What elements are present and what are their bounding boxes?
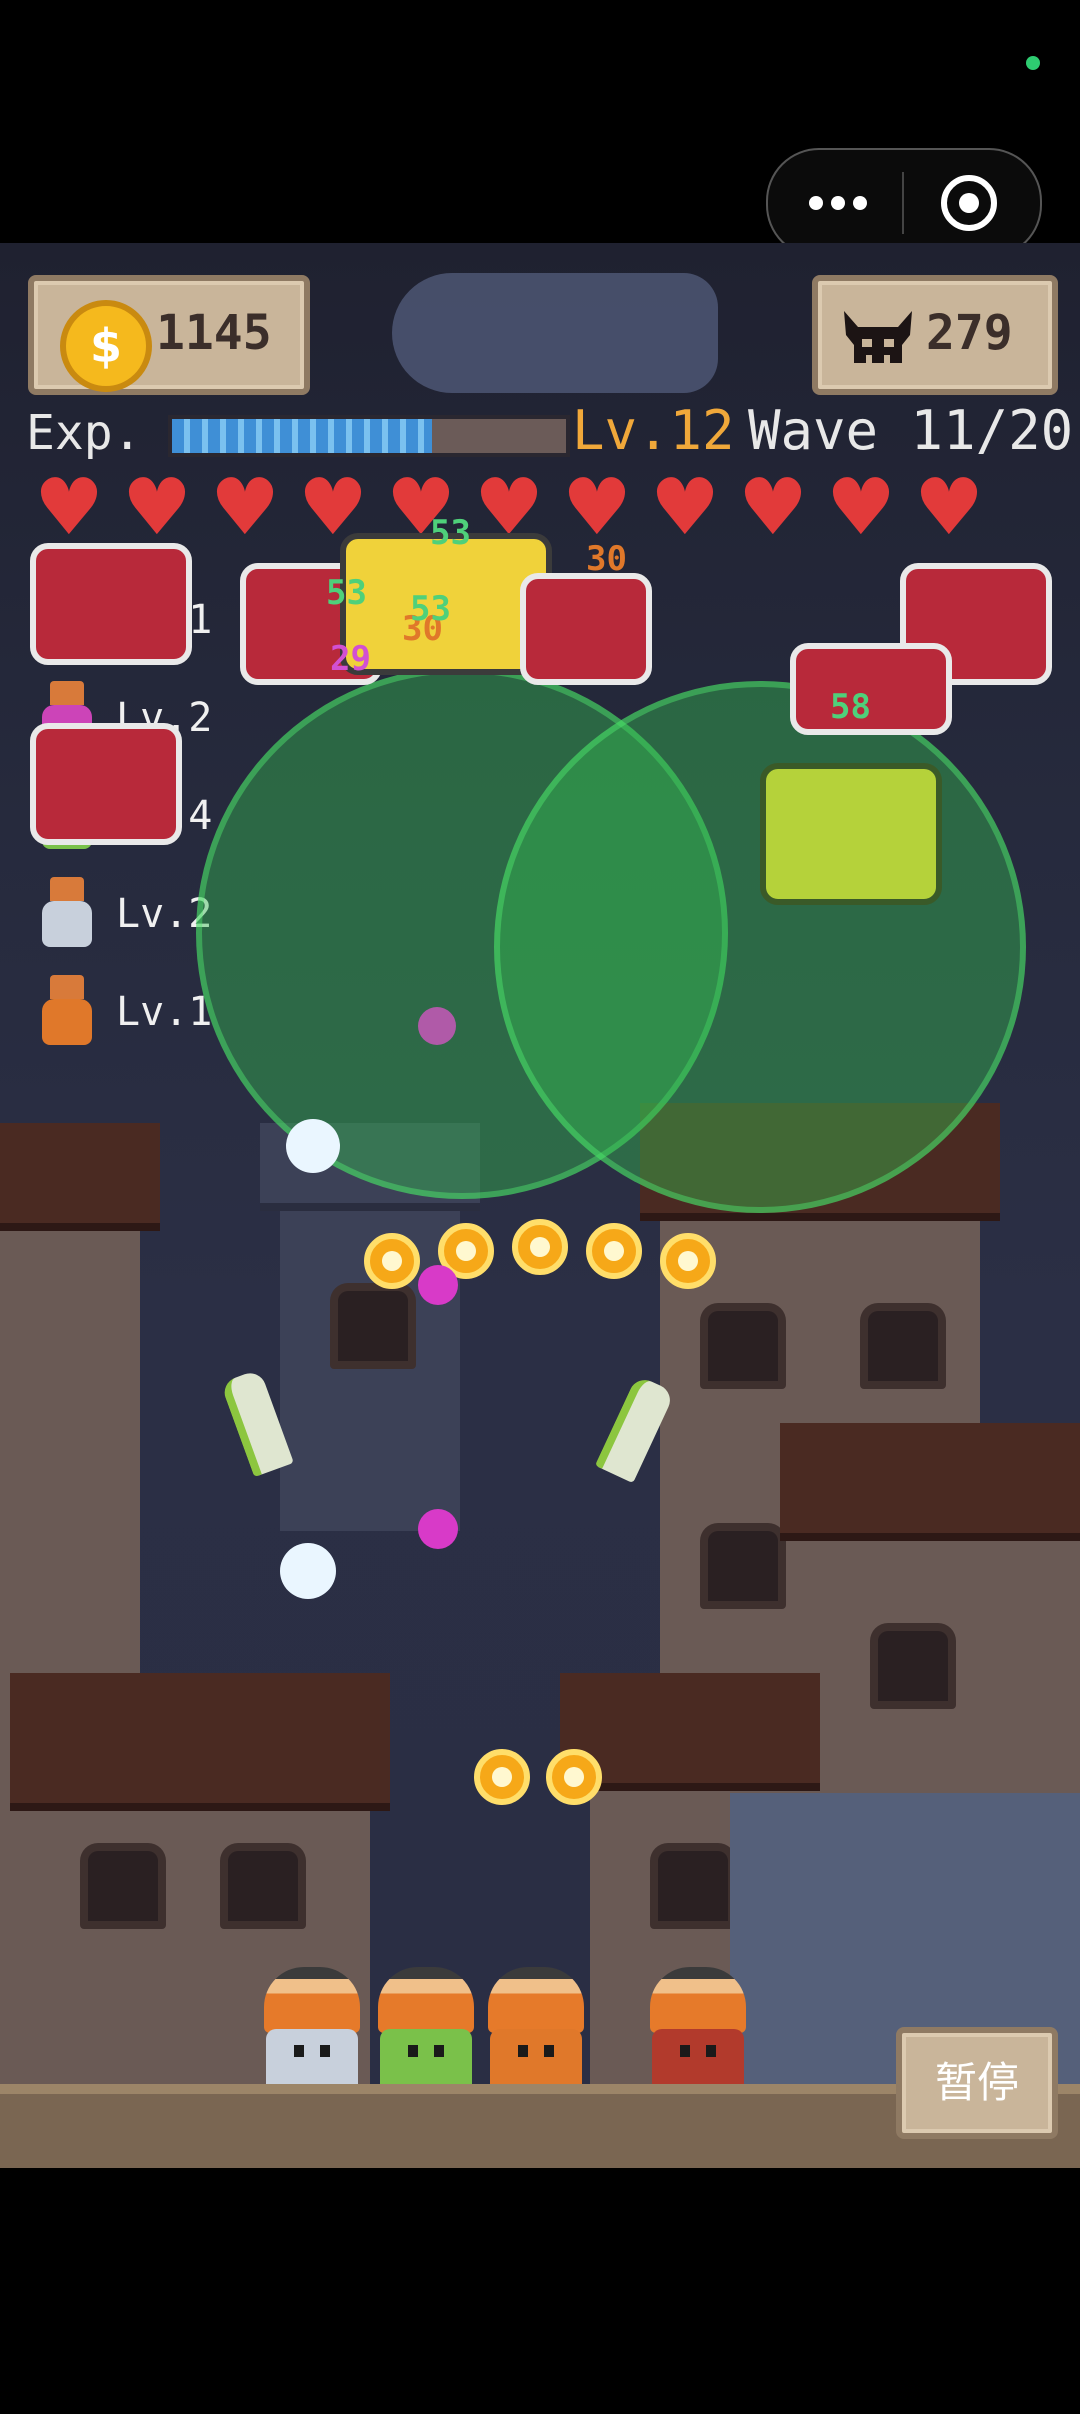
damage-number: 29 (330, 639, 371, 679)
game-canvas[interactable]: $ 1145 279 Exp. Lv.12 Wave 11/20 ♥ ♥ ♥ ♥ ♥ ♥ ♥… (0, 243, 1080, 2168)
team-member-level: Lv.1 (116, 989, 213, 1035)
fire-bullet (364, 1233, 420, 1289)
coin-panel: $ 1145 (28, 275, 310, 395)
enemy-robot (30, 543, 192, 665)
damage-number: 30 (586, 539, 627, 579)
wave-label: Wave 11/20 (748, 399, 1074, 462)
heart-icon: ♥ (914, 463, 984, 553)
enemy-robot (30, 723, 182, 845)
enemy-green-robot (760, 763, 942, 905)
fire-bullet (512, 1219, 568, 1275)
damage-number: 53 (410, 589, 451, 629)
magic-orb (418, 1007, 456, 1045)
level-label: Lv.12 (572, 399, 735, 462)
team-member: Lv.2 (38, 877, 212, 951)
team-member-avatar (38, 877, 96, 951)
demon-skull-icon (844, 311, 912, 363)
heart-icon: ♥ (650, 463, 720, 553)
snow-orb (280, 1543, 336, 1599)
target-close-icon[interactable] (938, 172, 1000, 234)
enemy-count-panel: 279 (812, 275, 1058, 395)
coin-count: 1145 (156, 305, 272, 361)
capsule-divider (902, 172, 904, 234)
heart-icon: ♥ (562, 463, 632, 553)
damage-number: 53 (430, 513, 471, 553)
fire-bullet (546, 1749, 602, 1805)
magic-orb (418, 1509, 458, 1549)
exp-bar (168, 415, 570, 457)
heart-icon: ♥ (210, 463, 280, 553)
more-dots-icon[interactable] (798, 180, 878, 226)
heart-icon: ♥ (122, 463, 192, 553)
fire-bullet (586, 1223, 642, 1279)
team-member-avatar (38, 975, 96, 1049)
magic-orb (418, 1265, 458, 1305)
heart-icon: ♥ (34, 463, 104, 553)
miniprogram-capsule (766, 148, 1042, 258)
airship-background (392, 273, 718, 393)
heart-icon: ♥ (826, 463, 896, 553)
team-member: Lv.1 (38, 975, 212, 1049)
fire-bullet (660, 1233, 716, 1289)
damage-number: 53 (326, 573, 367, 613)
exp-label: Exp. (26, 405, 142, 461)
aoe-zone-right (494, 681, 1026, 1213)
coin-icon: $ (60, 300, 152, 392)
enemy-robot (520, 573, 652, 685)
pause-button[interactable]: 暂停 (896, 2027, 1058, 2139)
status-indicator (1026, 56, 1040, 70)
enemy-count: 279 (926, 305, 1013, 361)
snow-orb (286, 1119, 340, 1173)
exp-bar-fill (172, 419, 433, 453)
heart-icon: ♥ (738, 463, 808, 553)
damage-number: 58 (830, 687, 871, 727)
fire-bullet (474, 1749, 530, 1805)
enemy-robot (790, 643, 952, 735)
